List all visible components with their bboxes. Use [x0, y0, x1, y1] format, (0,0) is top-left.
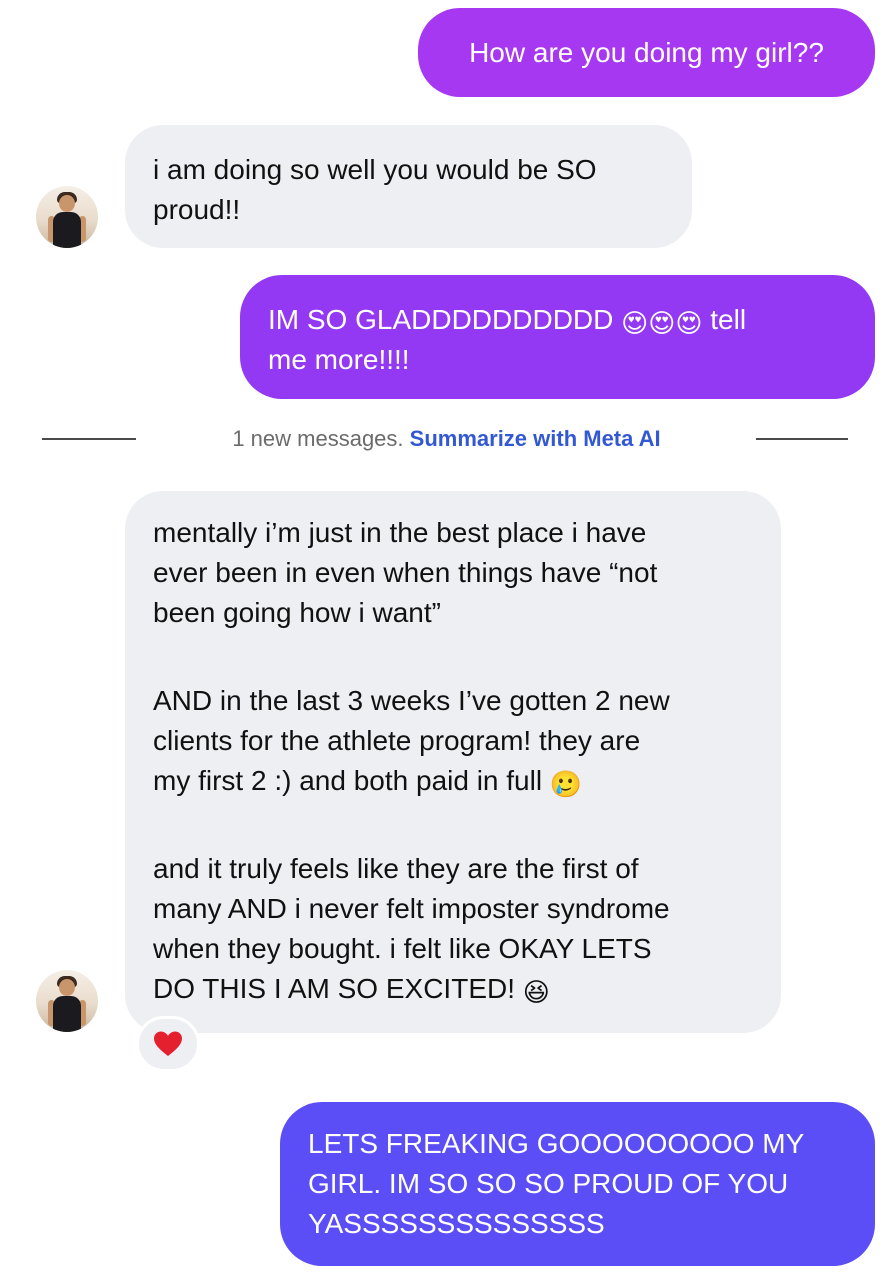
avatar-head — [59, 979, 75, 996]
message-line: when they bought. i felt like OKAY LETS — [153, 933, 652, 964]
message-text: IM SO GLADDDDDDDDDD — [268, 304, 614, 335]
message-line: ever been in even when things have “not — [153, 557, 658, 588]
message-line: AND in the last 3 weeks I’ve gotten 2 ne… — [153, 685, 670, 716]
message-line: IM SO GLADDDDDDDDDD 😍😍😍 tell — [268, 300, 847, 340]
message-line: i am doing so well you would be SO — [153, 154, 597, 185]
message-paragraph: AND in the last 3 weeks I’ve gotten 2 ne… — [153, 681, 753, 801]
contact-avatar[interactable] — [36, 186, 98, 248]
message-line: been going how i want” — [153, 597, 441, 628]
new-messages-count: 1 new messages. — [232, 426, 404, 451]
laughing-emoji-icon: 😆 — [522, 978, 550, 1008]
message-paragraph: and it truly feels like they are the fir… — [153, 849, 753, 1009]
message-line: GIRL. IM SO SO SO PROUD OF YOU — [308, 1168, 789, 1199]
heart-eyes-emoji-icon: 😍 — [675, 309, 703, 339]
avatar-body — [53, 212, 81, 248]
contact-avatar[interactable] — [36, 970, 98, 1032]
incoming-message-bubble[interactable]: i am doing so well you would be SO proud… — [125, 125, 692, 248]
message-paragraph: mentally i’m just in the best place i ha… — [153, 513, 753, 633]
message-line: proud!! — [153, 194, 241, 225]
holding-back-tears-emoji-icon: 🥲 — [549, 770, 583, 800]
message-line: clients for the athlete program! they ar… — [153, 725, 641, 756]
heart-eyes-emoji-icon: 😍 — [648, 309, 676, 339]
summarize-with-meta-ai-link[interactable]: Summarize with Meta AI — [410, 426, 661, 451]
message-line: YASSSSSSSSSSSSSS — [308, 1208, 605, 1239]
outgoing-message-bubble[interactable]: How are you doing my girl?? — [418, 8, 875, 97]
message-line: and it truly feels like they are the fir… — [153, 853, 639, 884]
message-line: many AND i never felt imposter syndrome — [153, 893, 670, 924]
outgoing-message-bubble[interactable]: IM SO GLADDDDDDDDDD 😍😍😍 tell me more!!!! — [240, 275, 875, 399]
new-messages-divider: 1 new messages. Summarize with Meta AI — [0, 424, 893, 454]
message-line: LETS FREAKING GOOOOOOOOO MY — [308, 1128, 805, 1159]
message-line: mentally i’m just in the best place i ha… — [153, 517, 647, 548]
message-line: my first 2 :) and both paid in full 🥲 — [153, 761, 753, 801]
message-text: tell — [710, 304, 747, 335]
heart-icon — [153, 1030, 183, 1058]
avatar-body — [53, 996, 81, 1032]
message-line: DO THIS I AM SO EXCITED! 😆 — [153, 969, 753, 1009]
incoming-message-bubble[interactable]: mentally i’m just in the best place i ha… — [125, 491, 781, 1033]
message-text: How are you doing my girl?? — [469, 37, 824, 68]
message-line: me more!!!! — [268, 344, 410, 375]
outgoing-message-bubble[interactable]: LETS FREAKING GOOOOOOOOO MY GIRL. IM SO … — [280, 1102, 875, 1266]
message-text: DO THIS I AM SO EXCITED! — [153, 973, 515, 1004]
message-text: my first 2 :) and both paid in full — [153, 765, 543, 796]
heart-eyes-emoji-icon: 😍 — [621, 309, 649, 339]
avatar-head — [59, 195, 75, 212]
message-reaction[interactable]: ❤️ — [136, 1016, 200, 1072]
